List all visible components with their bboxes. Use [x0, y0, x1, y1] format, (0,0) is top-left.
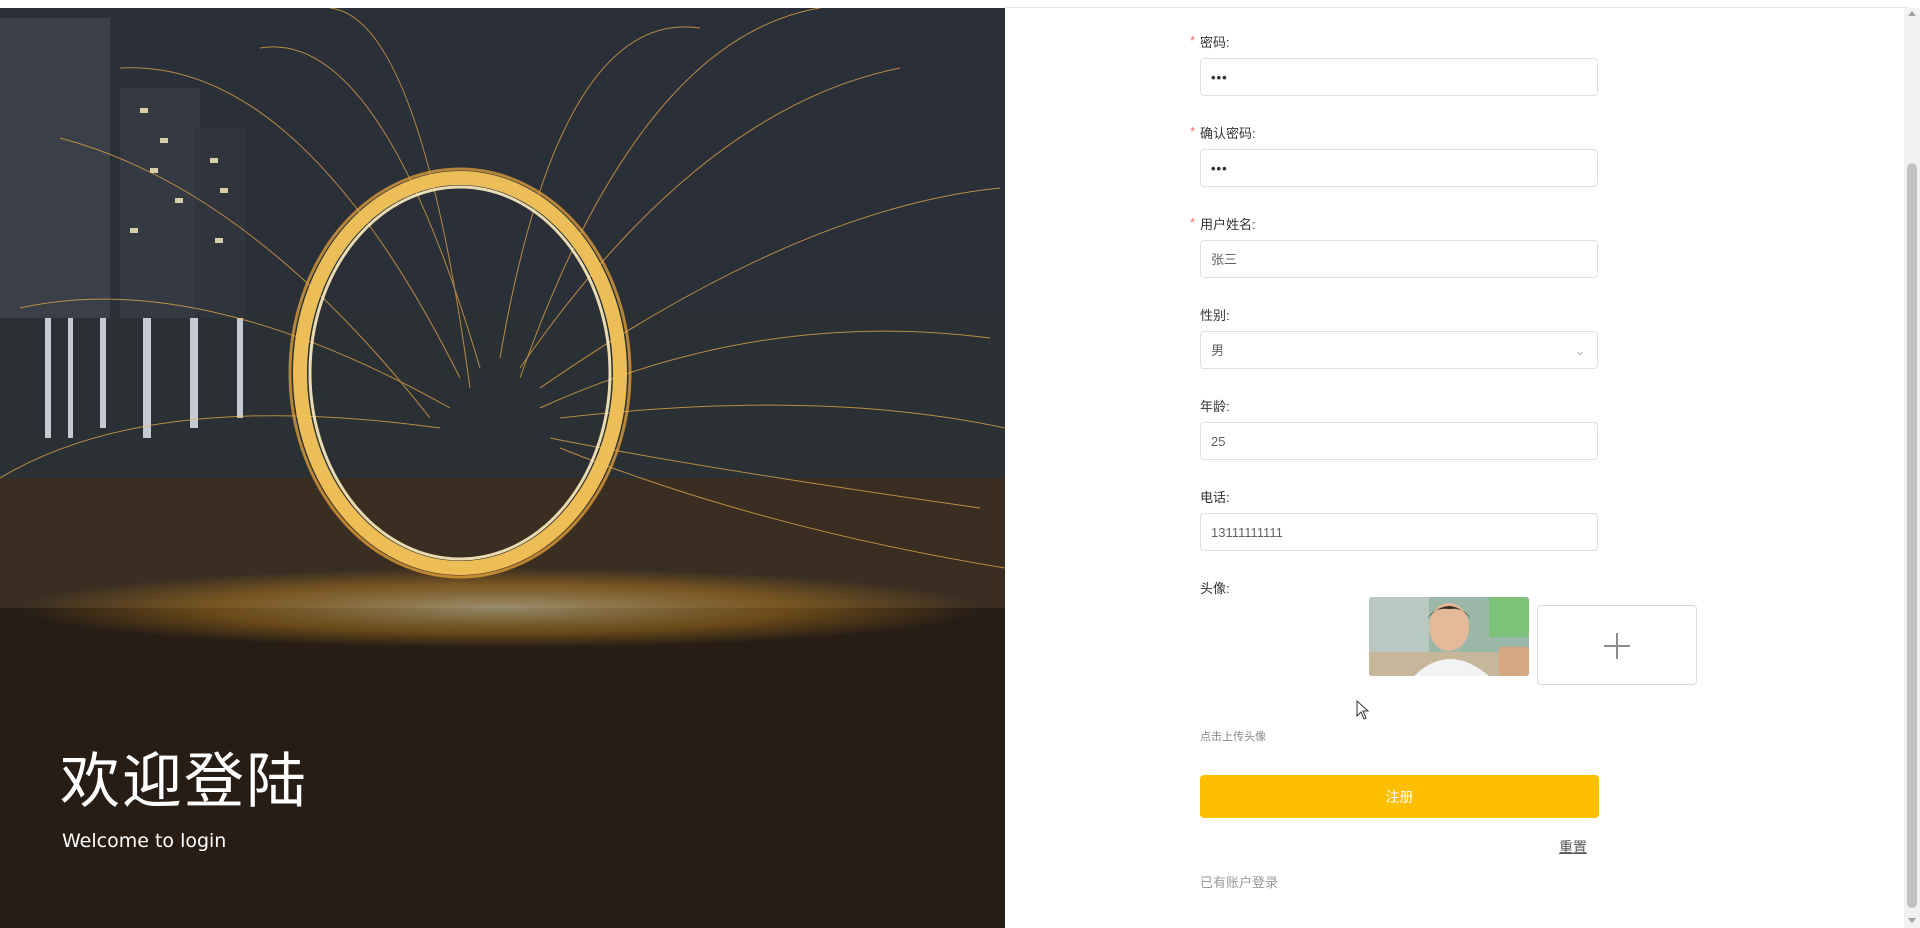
- hero-panel: 欢迎登陆 Welcome to login: [0, 8, 1005, 928]
- avatar-preview[interactable]: [1369, 597, 1529, 676]
- register-button[interactable]: 注册: [1200, 775, 1599, 818]
- scroll-up-icon[interactable]: [1908, 11, 1916, 16]
- vertical-scrollbar[interactable]: [1904, 8, 1920, 928]
- chevron-down-icon: ⌄: [1574, 344, 1585, 358]
- gender-label: 性别:: [1200, 308, 1230, 323]
- password-label-text: 密码:: [1200, 35, 1230, 50]
- age-input[interactable]: 25: [1200, 422, 1598, 460]
- confirm-password-input[interactable]: •••: [1200, 149, 1598, 187]
- hero-title: 欢迎登陆: [60, 747, 308, 817]
- gender-select-value: 男: [1211, 343, 1225, 358]
- reset-link[interactable]: 重置: [1559, 837, 1587, 857]
- gender-select[interactable]: 男 ⌄: [1200, 331, 1598, 369]
- hero-subtitle: Welcome to login: [62, 830, 227, 852]
- phone-input[interactable]: 13111111111: [1200, 513, 1598, 551]
- required-mark: *: [1190, 33, 1196, 48]
- phone-label: 电话:: [1200, 490, 1230, 505]
- required-mark: *: [1190, 124, 1196, 139]
- avatar-upload-hint: 点击上传头像: [1200, 731, 1266, 743]
- avatar-upload-button[interactable]: [1537, 605, 1697, 685]
- password-input[interactable]: •••: [1200, 58, 1598, 96]
- username-label-text: 用户姓名:: [1200, 217, 1256, 232]
- avatar-label: 头像:: [1200, 581, 1230, 596]
- age-label: 年龄:: [1200, 399, 1230, 414]
- login-link[interactable]: 已有账户登录: [1200, 872, 1278, 891]
- required-mark: *: [1190, 215, 1196, 230]
- confirm-password-label: * 确认密码:: [1190, 123, 1256, 142]
- scroll-down-icon[interactable]: [1908, 918, 1916, 923]
- username-input[interactable]: 张三: [1200, 240, 1598, 278]
- register-form: * 密码: ••• * 确认密码: ••• * 用户姓名: 张三 性别: 男 ⌄…: [1190, 0, 1710, 928]
- scroll-thumb[interactable]: [1907, 163, 1917, 908]
- password-label: * 密码:: [1190, 32, 1230, 51]
- confirm-password-label-text: 确认密码:: [1200, 126, 1256, 141]
- mouse-cursor-icon: [1356, 700, 1370, 720]
- username-label: * 用户姓名:: [1190, 214, 1256, 233]
